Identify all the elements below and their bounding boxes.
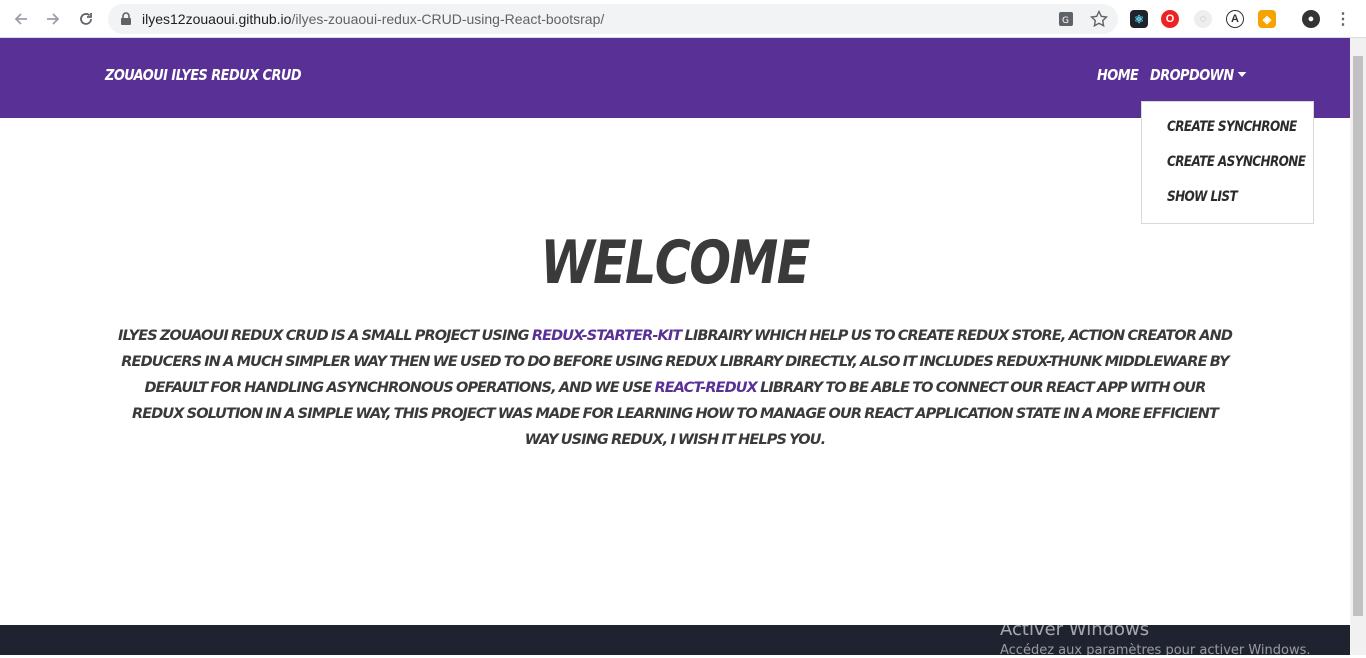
- navbar-brand[interactable]: Zouaoui Ilyes Redux CRUD: [105, 66, 302, 84]
- page-viewport: Zouaoui Ilyes Redux CRUD Home Dropdown C…: [0, 38, 1350, 655]
- caret-down-icon: [1237, 72, 1247, 77]
- windows-activation-subtitle: Accédez aux paramètres pour activer Wind…: [1000, 643, 1311, 658]
- menu-dots-icon[interactable]: ⋮: [1334, 10, 1352, 28]
- extension-orange-icon[interactable]: ◈: [1258, 10, 1276, 28]
- react-devtools-icon[interactable]: ⚛: [1130, 10, 1148, 28]
- opera-extension-icon[interactable]: O: [1161, 10, 1179, 28]
- windows-activation-title: Activer Windows: [1000, 619, 1150, 640]
- scrollbar-thumb[interactable]: [1353, 56, 1363, 616]
- dropdown-item-show-list[interactable]: Show list: [1167, 189, 1238, 205]
- dropdown-menu: Create Synchrone Create Asynchrone Show …: [1141, 101, 1314, 224]
- url-text: ilyes12zouaoui.github.io/ilyes-zouaoui-r…: [142, 11, 605, 27]
- page-scrollbar[interactable]: [1350, 38, 1366, 655]
- redux-starter-kit-link[interactable]: redux-starter-kit: [532, 328, 682, 344]
- nav-dropdown-label: Dropdown: [1150, 66, 1234, 84]
- forward-icon[interactable]: [42, 8, 64, 30]
- lock-icon: [120, 12, 132, 31]
- browser-toolbar: ilyes12zouaoui.github.io/ilyes-zouaoui-r…: [0, 0, 1366, 38]
- intro-paragraph: Ilyes Zouaoui Redux CRUD is a small proj…: [118, 328, 1233, 448]
- dropdown-item-create-asynchrone[interactable]: Create Asynchrone: [1167, 154, 1306, 170]
- extension-a-icon[interactable]: A: [1226, 10, 1244, 28]
- address-bar[interactable]: ilyes12zouaoui.github.io/ilyes-zouaoui-r…: [108, 4, 1118, 34]
- back-icon[interactable]: [10, 8, 32, 30]
- react-redux-link[interactable]: react-redux: [654, 380, 757, 396]
- extension-icon[interactable]: ◌: [1194, 10, 1212, 28]
- nav-home[interactable]: Home: [1097, 66, 1139, 84]
- bookmark-star-icon[interactable]: [1089, 9, 1109, 33]
- nav-dropdown-toggle[interactable]: Dropdown: [1150, 66, 1247, 84]
- translate-icon[interactable]: G: [1058, 11, 1074, 32]
- reload-icon[interactable]: [75, 8, 97, 30]
- svg-text:G: G: [1062, 16, 1069, 26]
- page-title: Welcome: [540, 228, 811, 298]
- profile-avatar[interactable]: ●: [1302, 10, 1320, 28]
- dropdown-item-create-synchrone[interactable]: Create Synchrone: [1167, 119, 1297, 135]
